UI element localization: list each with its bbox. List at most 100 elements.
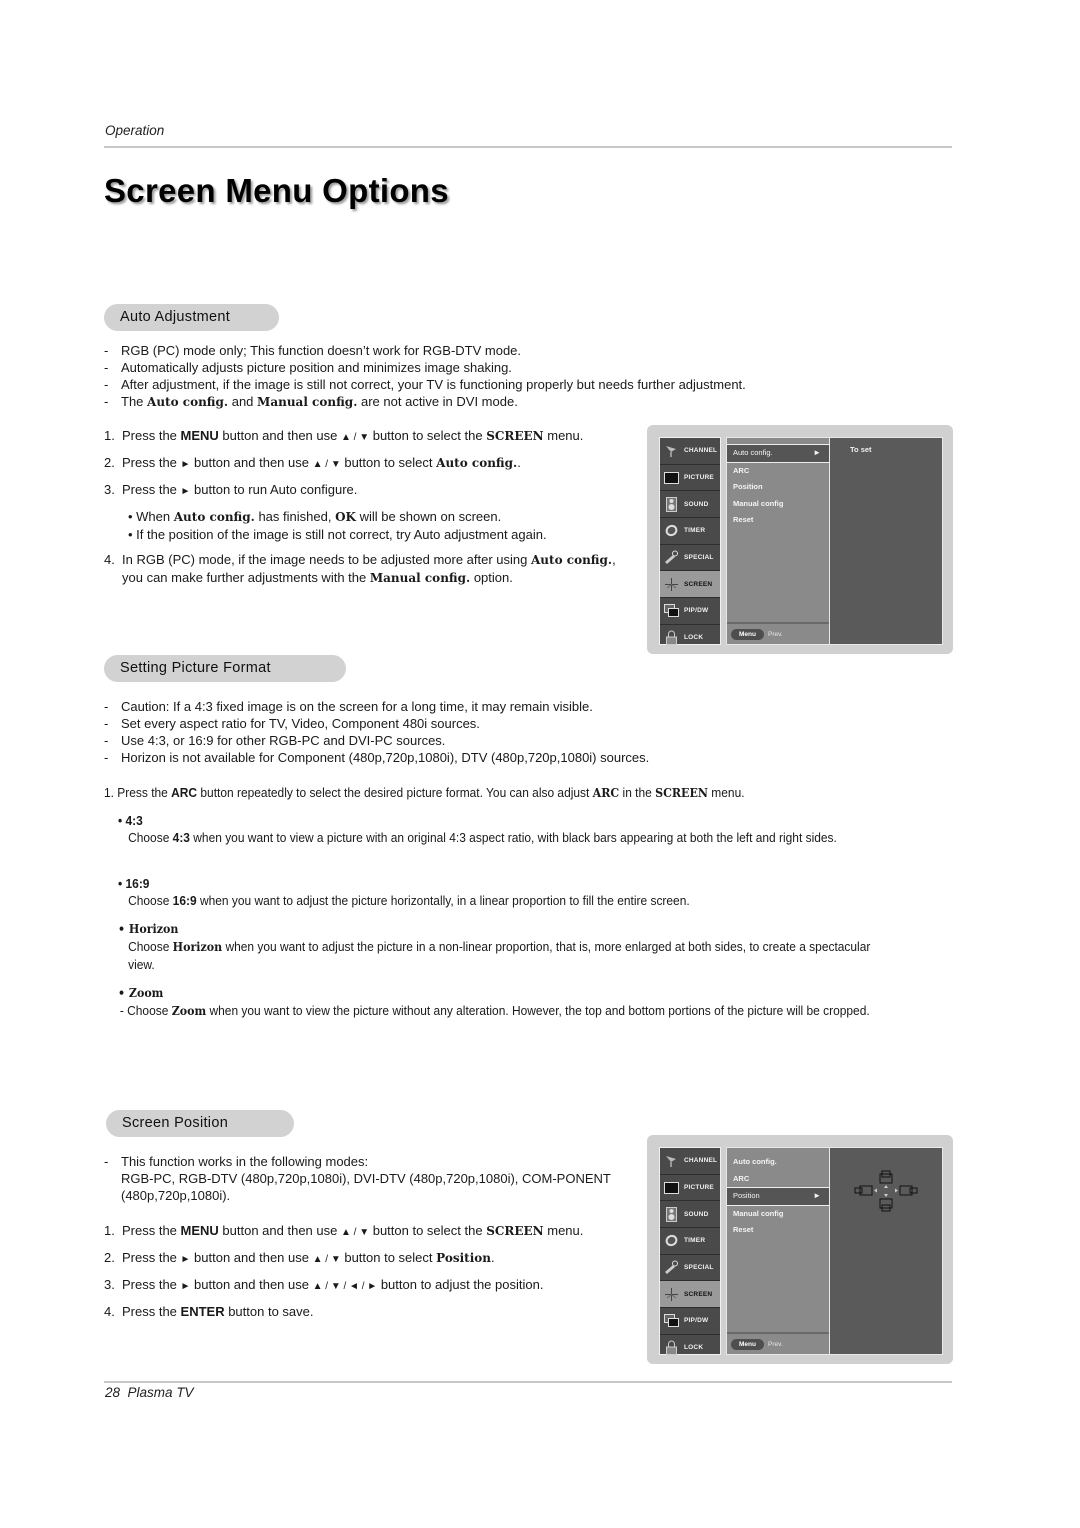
step-3: 3. Press the ► button to run Auto configu…	[104, 482, 358, 497]
lock-icon	[663, 630, 679, 646]
screen-adjust-icon	[663, 576, 679, 592]
osd-sidebar-item-screen[interactable]: SCREEN	[660, 571, 720, 599]
osd-option-arc[interactable]: ARC	[727, 463, 829, 480]
osd-detail-pane: To set	[830, 437, 943, 645]
right-arrow-icon: ►	[180, 1281, 191, 1292]
osd-option-position[interactable]: Position	[727, 479, 829, 496]
osd-footer: Menu Prev.	[727, 1332, 829, 1354]
antenna-icon	[663, 1153, 679, 1169]
note-item: - Caution: If a 4:3 fixed image is on the…	[104, 699, 593, 714]
osd-sidebar-item-special[interactable]: SPECIAL	[660, 545, 720, 572]
speaker-icon	[663, 1206, 679, 1222]
step-2: 2. Press the ► button and then use ▲ / ▼ …	[104, 1250, 495, 1265]
osd-menu-position: CHANNEL PICTURE SOUND TIMER SPECIAL SCRE…	[647, 1135, 953, 1364]
note-item: - Set every aspect ratio for TV, Video, C…	[104, 716, 480, 731]
osd-sidebar-item-pipdw[interactable]: PIP/DW	[660, 598, 720, 625]
osd-footer: Menu Prev.	[727, 622, 829, 644]
clock-icon	[663, 1233, 679, 1249]
picture-icon	[663, 1180, 679, 1196]
section-heading-auto-adjustment: Auto Adjustment	[104, 304, 279, 331]
osd-sidebar-item-special[interactable]: SPECIAL	[660, 1255, 720, 1282]
step-3: 3. Press the ► button and then use ▲ / ▼ …	[104, 1277, 544, 1292]
step-4: 4. In RGB (PC) mode, if the image needs t…	[104, 552, 616, 585]
step-3-note-2: • If the position of the image is still …	[128, 527, 547, 542]
position-adjust-icon	[854, 1170, 918, 1212]
note-item: - RGB (PC) mode only; This function doesn…	[104, 343, 522, 358]
osd-option-manual-config[interactable]: Manual config	[727, 1206, 829, 1223]
note-item: - After adjustment, if the image is still…	[104, 377, 746, 392]
page-footer: 28 Plasma TV	[105, 1385, 194, 1400]
pip-icon	[663, 603, 679, 619]
osd-sidebar-item-picture[interactable]: PICTURE	[660, 1175, 720, 1202]
osd-sidebar: CHANNEL PICTURE SOUND TIMER SPECIAL SCRE…	[659, 437, 721, 646]
osd-hint: To set	[850, 445, 872, 454]
right-arrow-icon: ►	[180, 459, 191, 470]
up-down-arrows-icon: ▲ / ▼	[312, 459, 341, 470]
key-tag-icon	[663, 550, 679, 566]
osd-option-arc[interactable]: ARC	[727, 1171, 829, 1188]
osd-sidebar-item-channel[interactable]: CHANNEL	[660, 438, 720, 465]
osd-options: Auto config. ► ARC Position Manual config…	[726, 437, 830, 645]
right-arrow-icon: ►	[180, 486, 191, 497]
osd-prev-label: Prev.	[767, 630, 783, 638]
pip-icon	[663, 1313, 679, 1329]
osd-sidebar: CHANNEL PICTURE SOUND TIMER SPECIAL SCRE…	[659, 1147, 721, 1356]
auto-notes: - RGB (PC) mode only; This function doesn…	[104, 342, 864, 411]
page-number: 28	[105, 1385, 121, 1400]
osd-menu-button[interactable]: Menu	[731, 1338, 764, 1350]
lock-icon	[663, 1340, 679, 1356]
position-notes: - This function works in the following mo…	[104, 1153, 624, 1204]
osd-sidebar-item-picture[interactable]: PICTURE	[660, 465, 720, 492]
step-1: 1. Press the MENU button and then use ▲ /…	[104, 428, 584, 443]
up-down-arrows-icon: ▲ / ▼	[340, 1227, 370, 1238]
note-item: - Use 4:3, or 16:9 for other RGB-PC and D…	[104, 733, 446, 748]
osd-menu-auto-config: CHANNEL PICTURE SOUND TIMER SPECIAL SCRE…	[647, 425, 953, 654]
footer-rule	[104, 1381, 952, 1383]
osd-sidebar-item-lock[interactable]: LOCK	[660, 1335, 720, 1361]
up-down-arrows-icon: ▲ / ▼	[340, 432, 370, 443]
osd-menu-button[interactable]: Menu	[731, 628, 764, 640]
osd-option-reset[interactable]: Reset	[727, 512, 829, 529]
step-1: 1. Press the MENU button and then use ▲ /…	[104, 1223, 584, 1238]
right-arrow-icon: ►	[813, 1191, 821, 1200]
picture-icon	[663, 470, 679, 486]
format-step-1: 1. Press the ARC button repeatedly to se…	[104, 785, 745, 800]
format-notes: - Caution: If a 4:3 fixed image is on the…	[104, 698, 904, 766]
osd-prev-label: Prev.	[767, 1340, 783, 1348]
osd-sidebar-item-sound[interactable]: SOUND	[660, 1201, 720, 1229]
osd-sidebar-item-lock[interactable]: LOCK	[660, 625, 720, 651]
section-heading-screen-position: Screen Position	[106, 1110, 294, 1137]
osd-sidebar-item-timer[interactable]: TIMER	[660, 1228, 720, 1255]
osd-option-auto-config[interactable]: Auto config.	[727, 1154, 829, 1171]
osd-option-manual-config[interactable]: Manual config	[727, 496, 829, 513]
key-tag-icon	[663, 1260, 679, 1276]
direction-arrows-icon: ▲ / ▼ / ◄ / ►	[312, 1281, 378, 1292]
note-item: - Automatically adjusts picture position …	[104, 360, 512, 375]
step-4: 4. Press the ENTER button to save.	[104, 1304, 314, 1319]
osd-options: Auto config. ARC Position ► Manual config…	[726, 1147, 830, 1355]
step-2: 2. Press the ► button and then use ▲ / ▼ …	[104, 455, 521, 470]
format-option-horizon: • Horizon Choose Horizon when you want t…	[118, 922, 871, 972]
osd-sidebar-item-channel[interactable]: CHANNEL	[660, 1148, 720, 1175]
antenna-icon	[663, 443, 679, 459]
note-item: - Horizon is not available for Component …	[104, 750, 650, 765]
position-steps: 1. Press the MENU button and then use ▲ /…	[104, 1222, 644, 1320]
note-item: - The Auto config. and Manual config. are…	[104, 394, 518, 409]
auto-steps: 1. Press the MENU button and then use ▲ /…	[104, 427, 639, 587]
osd-option-auto-config[interactable]: Auto config. ►	[727, 444, 829, 463]
product-name: Plasma TV	[127, 1385, 194, 1400]
osd-sidebar-item-pipdw[interactable]: PIP/DW	[660, 1308, 720, 1335]
speaker-icon	[663, 496, 679, 512]
right-arrow-icon: ►	[813, 448, 821, 457]
osd-option-reset[interactable]: Reset	[727, 1222, 829, 1239]
page-title: Screen Menu Options	[104, 172, 449, 209]
clock-icon	[663, 523, 679, 539]
section-heading-picture-format: Setting Picture Format	[104, 655, 346, 682]
osd-option-position[interactable]: Position ►	[727, 1187, 829, 1206]
osd-sidebar-item-timer[interactable]: TIMER	[660, 518, 720, 545]
format-option-4-3: • 4:3 Choose 4:3 when you want to view a…	[118, 813, 837, 845]
osd-sidebar-item-screen[interactable]: SCREEN	[660, 1281, 720, 1309]
osd-sidebar-item-sound[interactable]: SOUND	[660, 491, 720, 519]
right-arrow-icon: ►	[180, 1254, 191, 1265]
header-rule	[104, 146, 952, 148]
